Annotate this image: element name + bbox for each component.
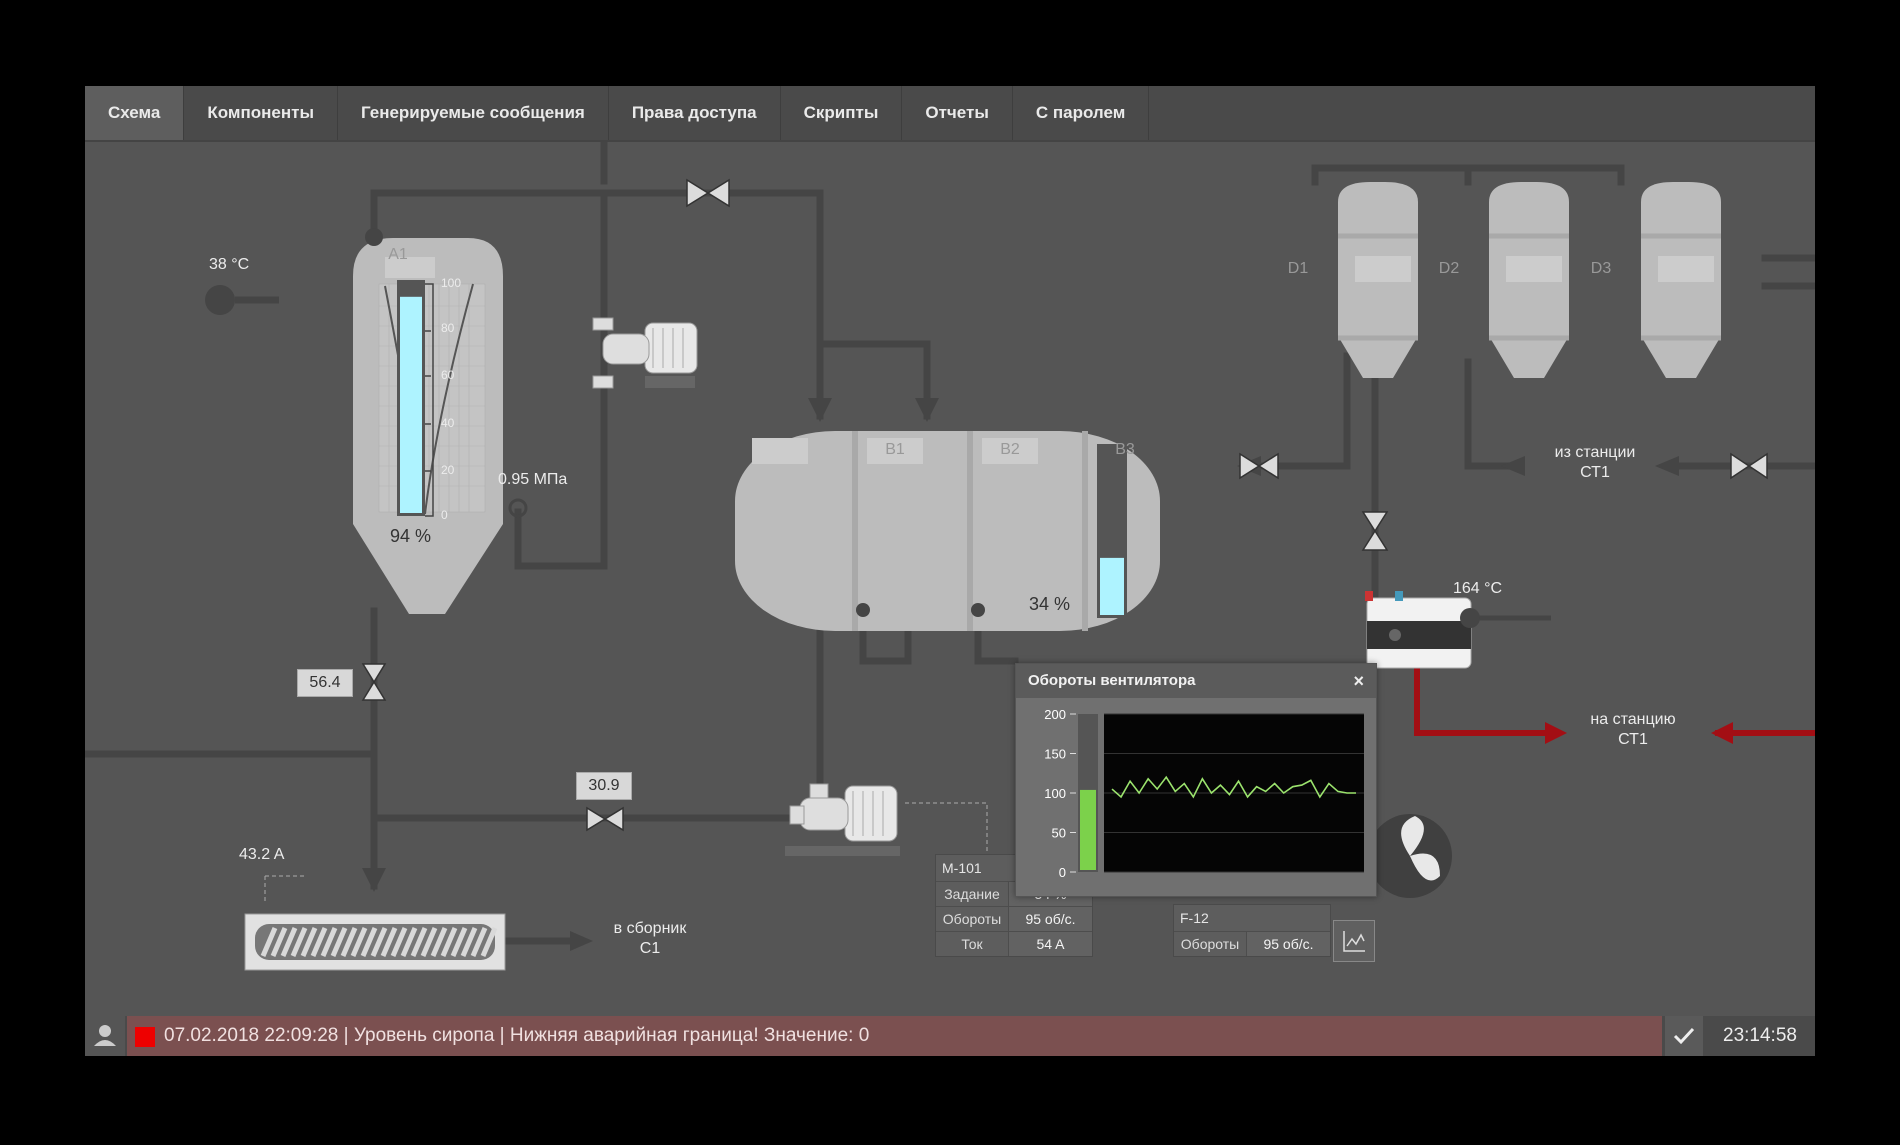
row-value: 54 A [1008, 932, 1092, 956]
y-tick-label: 50 [1052, 826, 1066, 841]
main-tabs: Схема Компоненты Генерируемые сообщения … [85, 86, 1815, 142]
silo-scale-tick: 40 [441, 416, 455, 430]
close-icon[interactable]: × [1353, 664, 1364, 698]
link-m101 [905, 802, 988, 856]
tab-reports[interactable]: Отчеты [902, 86, 1013, 140]
from-station-line2: СТ1 [1580, 464, 1610, 481]
fan-speed-popup: Обороты вентилятора × 200 150 100 50 0 [1015, 663, 1377, 897]
tab-password[interactable]: С паролем [1013, 86, 1150, 140]
to-station-line1: на станцию [1590, 711, 1676, 728]
heater-temperature: 164 °C [1453, 580, 1503, 597]
silo-scale-tick: 80 [441, 321, 455, 335]
m101-row-current: Ток 54 A [936, 931, 1092, 956]
tab-generated-messages[interactable]: Генерируемые сообщения [338, 86, 609, 140]
silo-level: 94 % [390, 526, 432, 546]
tank-b [735, 431, 1160, 631]
row-key: Ток [961, 936, 983, 952]
chart-icon [1343, 931, 1365, 952]
tab-scheme[interactable]: Схема [85, 86, 185, 140]
alarm-message-bar[interactable]: 07.02.2018 22:09:28 | Уровень сиропа | Н… [127, 1016, 1662, 1056]
m101-row-speed: Обороты 95 об/с. [936, 906, 1092, 931]
tank-section-b2: B2 [1000, 441, 1020, 458]
speed-bar [1080, 789, 1096, 870]
f12-row-speed: Обороты 95 об/с. [1174, 931, 1330, 956]
acknowledge-button[interactable] [1665, 1016, 1703, 1056]
alarm-indicator [135, 1027, 155, 1047]
from-station-line1: из станции [1554, 444, 1636, 461]
clock: 23:14:58 [1723, 1025, 1797, 1046]
heater [1365, 591, 1551, 669]
y-tick-label: 100 [1044, 786, 1066, 801]
tank-level: 34 % [1029, 594, 1071, 614]
f12-name: F-12 [1180, 910, 1209, 926]
row-value: 95 об/с. [1008, 907, 1092, 931]
silo-valve-value[interactable]: 56.4 [297, 669, 353, 697]
check-icon [1673, 1027, 1695, 1045]
screw-current: 43.2 A [239, 846, 285, 863]
y-tick-label: 0 [1059, 865, 1066, 880]
f12-info-panel: F-12 Обороты 95 об/с. [1173, 904, 1331, 957]
screw-dest-line1: в сборник [613, 920, 687, 937]
user-icon [94, 1025, 116, 1046]
popup-title: Обороты вентилятора [1028, 672, 1196, 689]
silo-scale-tick: 60 [441, 368, 455, 382]
row-key: Задание [944, 886, 1000, 902]
pump-bottom [785, 783, 900, 856]
tab-access-rights[interactable]: Права доступа [609, 86, 781, 140]
to-station-line2: СТ1 [1618, 731, 1648, 748]
tab-scripts[interactable]: Скрипты [781, 86, 903, 140]
row-key: Обороты [1180, 936, 1240, 952]
silo-scale-tick: 0 [441, 508, 448, 522]
y-tick-label: 200 [1044, 707, 1066, 722]
y-tick-label: 150 [1044, 747, 1066, 762]
vessel-d3: D3 [1590, 260, 1612, 277]
scada-window: Схема Компоненты Генерируемые сообщения … [85, 86, 1815, 1056]
alarm-text: 07.02.2018 22:09:28 | Уровень сиропа | Н… [164, 1025, 870, 1046]
tab-components[interactable]: Компоненты [184, 86, 338, 140]
line-valve-value[interactable]: 30.9 [576, 772, 632, 800]
pressure-value: 0.95 МПа [498, 471, 568, 488]
user-button[interactable] [85, 1016, 125, 1056]
status-bar: 07.02.2018 22:09:28 | Уровень сиропа | Н… [85, 1016, 1815, 1056]
pump-top [592, 317, 698, 389]
fan [1368, 814, 1452, 898]
screw-dest-line2: С1 [639, 940, 661, 957]
silo-label: A1 [388, 246, 408, 263]
row-key: Обороты [942, 911, 1002, 927]
fan-speed-chart: 200 150 100 50 0 [1044, 707, 1364, 880]
silo-scale-tick: 100 [441, 276, 462, 290]
screw-conveyor [244, 875, 506, 971]
trend-button[interactable] [1333, 920, 1375, 962]
vessel-d2: D2 [1438, 260, 1460, 277]
silo-temperature: 38 °C [209, 256, 250, 273]
vessels-d [1338, 182, 1721, 378]
tank-section-b3: B3 [1115, 441, 1135, 458]
row-value: 95 об/с. [1246, 932, 1330, 956]
tank-section-b1: B1 [885, 441, 905, 458]
silo-scale-tick: 20 [441, 463, 455, 477]
vessel-d1: D1 [1287, 260, 1309, 277]
